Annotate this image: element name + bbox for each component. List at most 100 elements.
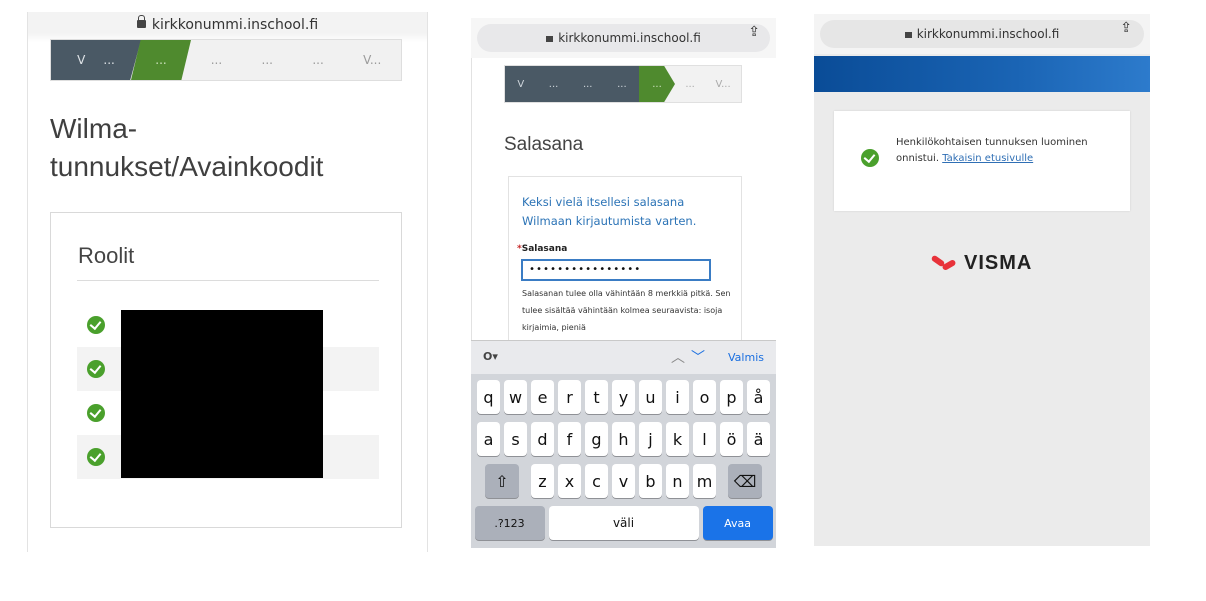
key[interactable]: n — [666, 464, 689, 498]
step-label: ... — [652, 78, 662, 90]
key[interactable]: h — [612, 422, 635, 456]
step-label: ... — [210, 53, 223, 67]
key[interactable]: a — [477, 422, 500, 456]
key[interactable]: e — [531, 380, 554, 414]
step-label: V... — [363, 53, 382, 67]
key[interactable]: u — [639, 380, 662, 414]
share-icon[interactable]: ⇪ — [1120, 20, 1132, 36]
wilma-credentials-screenshot: kirkkonummi.inschool.fi V ... ... ... ..… — [27, 12, 428, 552]
roles-heading: Roolit — [78, 243, 135, 268]
backspace-key[interactable]: ⌫ — [728, 464, 762, 498]
address-bar[interactable]: kirkkonummi.inschool.fi — [820, 20, 1144, 48]
step-label: ... — [617, 78, 627, 90]
key[interactable]: f — [558, 422, 581, 456]
browser-toolbar: kirkkonummi.inschool.fi ⇪ — [814, 14, 1150, 54]
keyboard-toolbar: O▾ ︿ ﹀ Valmis — [471, 340, 776, 374]
password-label: *Salasana — [517, 244, 567, 254]
address-bar[interactable]: kirkkonummi.inschool.fi — [477, 24, 770, 52]
check-icon — [87, 316, 105, 334]
address-url: kirkkonummi.inschool.fi — [151, 17, 319, 33]
lock-icon — [904, 32, 912, 38]
back-to-home-link[interactable]: Takaisin etusivulle — [942, 153, 1033, 164]
key[interactable]: t — [585, 380, 608, 414]
key[interactable]: j — [639, 422, 662, 456]
logo-wordmark: VISMA — [964, 252, 1033, 274]
key[interactable]: p — [720, 380, 743, 414]
address-bar[interactable]: kirkkonummi.inschool.fi — [28, 12, 427, 42]
progress-steps: V ... ... ... ... ... V... — [50, 39, 402, 81]
header-banner — [814, 56, 1150, 92]
step-label: ... — [548, 78, 559, 90]
step-label: ... — [312, 53, 324, 67]
step-label: ... — [685, 78, 695, 90]
field-navigation: ︿ ﹀ — [671, 347, 705, 367]
key[interactable]: k — [666, 422, 689, 456]
check-icon — [87, 448, 105, 466]
key[interactable]: å — [747, 380, 770, 414]
key[interactable]: ä — [747, 422, 770, 456]
progress-steps: V ... ... ... ... ... V... — [504, 65, 742, 103]
divider — [77, 280, 379, 281]
chevron-down-icon[interactable]: ﹀ — [691, 350, 705, 366]
key[interactable]: g — [585, 422, 608, 456]
step-current[interactable]: ... — [639, 66, 675, 102]
key[interactable]: l — [693, 422, 716, 456]
page-title: Wilma-tunnukset/Avainkoodit — [50, 113, 324, 182]
password-label-text: Salasana — [521, 244, 568, 254]
space-key[interactable]: väli — [548, 506, 699, 540]
shift-key[interactable]: ⇧ — [485, 464, 519, 498]
success-card: Henkilökohtaisen tunnuksen luominen onni… — [834, 111, 1130, 211]
key[interactable]: o — [693, 380, 716, 414]
form-intro: Keksi vielä itsellesi salasana Wilmaan k… — [522, 195, 697, 228]
key[interactable]: z — [531, 464, 554, 498]
chevron-up-icon[interactable]: ︿ — [671, 350, 685, 366]
share-icon[interactable]: ⇪ — [748, 24, 760, 40]
success-message: Henkilökohtaisen tunnuksen luominen onni… — [896, 135, 1116, 167]
step-current[interactable]: ... — [131, 40, 191, 80]
step-upcoming[interactable]: ... ... ... V... — [191, 40, 401, 80]
check-icon — [87, 360, 105, 378]
done-button[interactable]: Valmis — [728, 351, 764, 364]
step-label: ... — [261, 53, 273, 67]
key-icon[interactable]: O▾ — [483, 350, 498, 363]
address-url: kirkkonummi.inschool.fi — [558, 31, 701, 45]
key[interactable]: v — [612, 464, 635, 498]
address-url: kirkkonummi.inschool.fi — [916, 27, 1060, 41]
key[interactable]: c — [585, 464, 608, 498]
numbers-key[interactable]: .?123 — [474, 506, 545, 540]
key-row: .?123 väli Avaa — [471, 506, 776, 540]
key[interactable]: r — [558, 380, 581, 414]
key[interactable]: m — [693, 464, 716, 498]
key[interactable]: i — [666, 380, 689, 414]
step-label: V — [517, 78, 525, 90]
key[interactable]: s — [504, 422, 527, 456]
step-upcoming[interactable]: ... V... — [675, 66, 741, 102]
step-label: ... — [155, 53, 167, 67]
key[interactable]: w — [504, 380, 527, 414]
key[interactable]: y — [612, 380, 635, 414]
key[interactable]: b — [639, 464, 662, 498]
key[interactable]: d — [531, 422, 554, 456]
visma-swoosh-icon — [930, 254, 959, 272]
password-input[interactable]: •••••••••••••••• — [521, 259, 711, 281]
page-title: Salasana — [504, 134, 584, 155]
step-label: ... — [582, 78, 593, 90]
step-label: ... — [103, 53, 115, 67]
key[interactable]: x — [558, 464, 581, 498]
step-label: V — [77, 53, 86, 67]
redaction-block — [121, 310, 323, 478]
lock-icon — [136, 15, 146, 28]
password-form: Keksi vielä itsellesi salasana Wilmaan k… — [508, 176, 742, 356]
key-row: q w e r t y u i o p å — [471, 380, 776, 414]
key-row: a s d f g h j k l ö ä — [471, 422, 776, 456]
key-row: ⇧ z x c v b n m ⌫ — [471, 464, 776, 498]
password-help: Salasanan tulee olla vähintään 8 merkkiä… — [522, 289, 731, 332]
go-button[interactable]: Avaa — [702, 506, 773, 540]
step-completed[interactable]: V ... ... ... — [505, 66, 639, 102]
key[interactable]: q — [477, 380, 500, 414]
lock-icon — [546, 36, 554, 42]
step-completed[interactable]: V ... — [51, 40, 141, 80]
key[interactable]: ö — [720, 422, 743, 456]
check-icon — [861, 149, 879, 167]
check-icon — [87, 404, 105, 422]
